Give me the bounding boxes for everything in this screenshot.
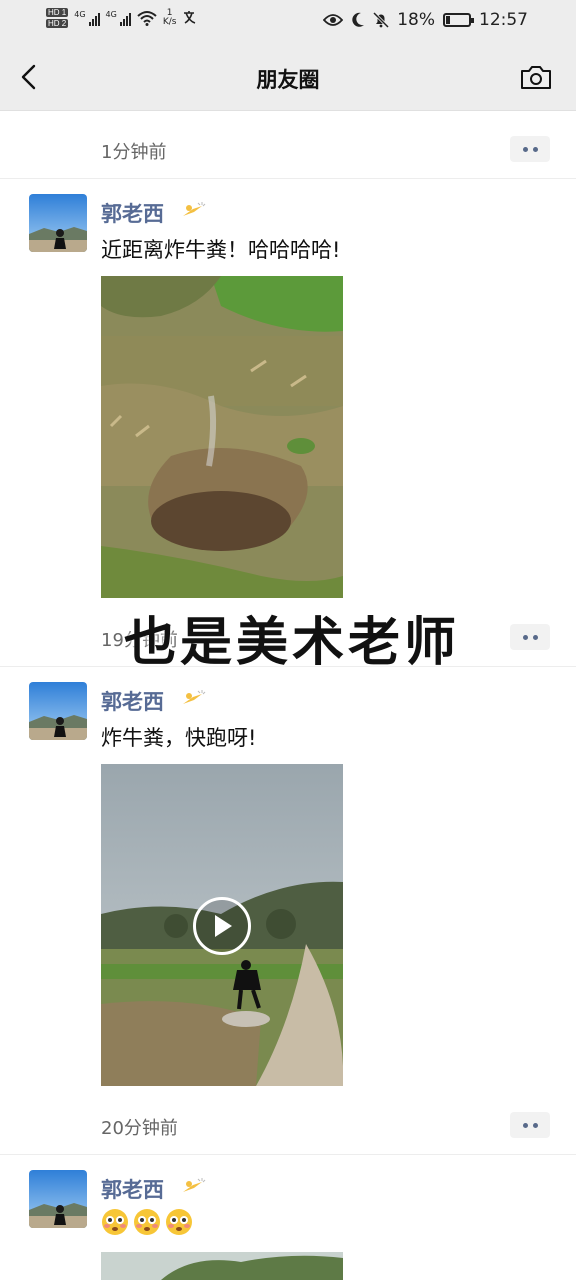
battery-icon [443, 13, 474, 27]
wifi-icon [137, 11, 157, 26]
more-dots-icon [532, 634, 538, 640]
status-badge-icon [183, 690, 206, 704]
post-image[interactable] [101, 1252, 343, 1280]
more-dots-icon [522, 634, 528, 640]
flushed-face-icon [166, 1209, 192, 1235]
more-dots-icon [532, 146, 538, 152]
network-speed-unit: K/s [162, 17, 177, 27]
battery-percent: 18% [397, 10, 435, 30]
hd1-badge: HD 1 [46, 8, 69, 17]
username[interactable]: 郭老西 [101, 686, 164, 716]
divider [0, 1154, 576, 1155]
status-badge-icon [183, 202, 206, 216]
clock: 12:57 [479, 10, 528, 30]
more-dots-icon [522, 1122, 528, 1128]
network-1-label: 4G [74, 10, 86, 19]
battery-fill [446, 16, 451, 24]
avatar[interactable] [29, 194, 87, 252]
eye-icon [323, 14, 344, 26]
more-button[interactable] [510, 136, 550, 162]
nav-bar: 朋友圈 [0, 44, 576, 111]
flushed-face-icon [134, 1209, 160, 1235]
signal-2-icon: 4G [106, 10, 131, 26]
play-icon [215, 915, 232, 937]
more-button[interactable] [510, 1112, 550, 1138]
emoji-row [101, 1208, 193, 1236]
flushed-face-icon [102, 1209, 128, 1235]
status-right: 18% 12:57 [323, 10, 528, 30]
username[interactable]: 郭老西 [101, 198, 164, 228]
network-speed: 1 K/s [163, 9, 177, 27]
post-video[interactable] [101, 764, 343, 1086]
more-button[interactable] [510, 624, 550, 650]
status-bar: HD 1 HD 2 4G 4G 1 K/s 18% 12:57 [0, 0, 576, 44]
page-title: 朋友圈 [256, 68, 320, 92]
hd2-badge: HD 2 [46, 19, 69, 28]
translate-icon [184, 11, 196, 24]
signal-1-icon: 4G [74, 10, 100, 26]
camera-icon[interactable] [520, 64, 552, 90]
mute-bell-icon [373, 12, 390, 28]
hd-indicators: HD 1 HD 2 [46, 8, 69, 28]
play-button[interactable] [193, 897, 251, 955]
status-left: HD 1 HD 2 4G 4G 1 K/s [46, 8, 200, 28]
more-dots-icon [532, 1122, 538, 1128]
post-timebar: 1分钟前 [0, 124, 576, 176]
post-text: 近距离炸牛粪！哈哈哈哈! [101, 238, 341, 262]
post-text: 炸牛粪，快跑呀! [101, 726, 257, 750]
post-time: 20分钟前 [101, 1118, 178, 1139]
post-timebar: 20分钟前 [0, 1100, 576, 1152]
network-2-label: 4G [105, 10, 117, 19]
username[interactable]: 郭老西 [101, 1174, 164, 1204]
status-badge-icon [183, 1178, 206, 1192]
moon-icon [352, 12, 365, 27]
avatar[interactable] [29, 1170, 87, 1228]
divider [0, 178, 576, 179]
post-image[interactable] [101, 276, 343, 598]
caption-overlay: 也是美术老师 [124, 613, 461, 673]
more-dots-icon [522, 146, 528, 152]
post-time: 1分钟前 [101, 142, 167, 163]
avatar[interactable] [29, 682, 87, 740]
